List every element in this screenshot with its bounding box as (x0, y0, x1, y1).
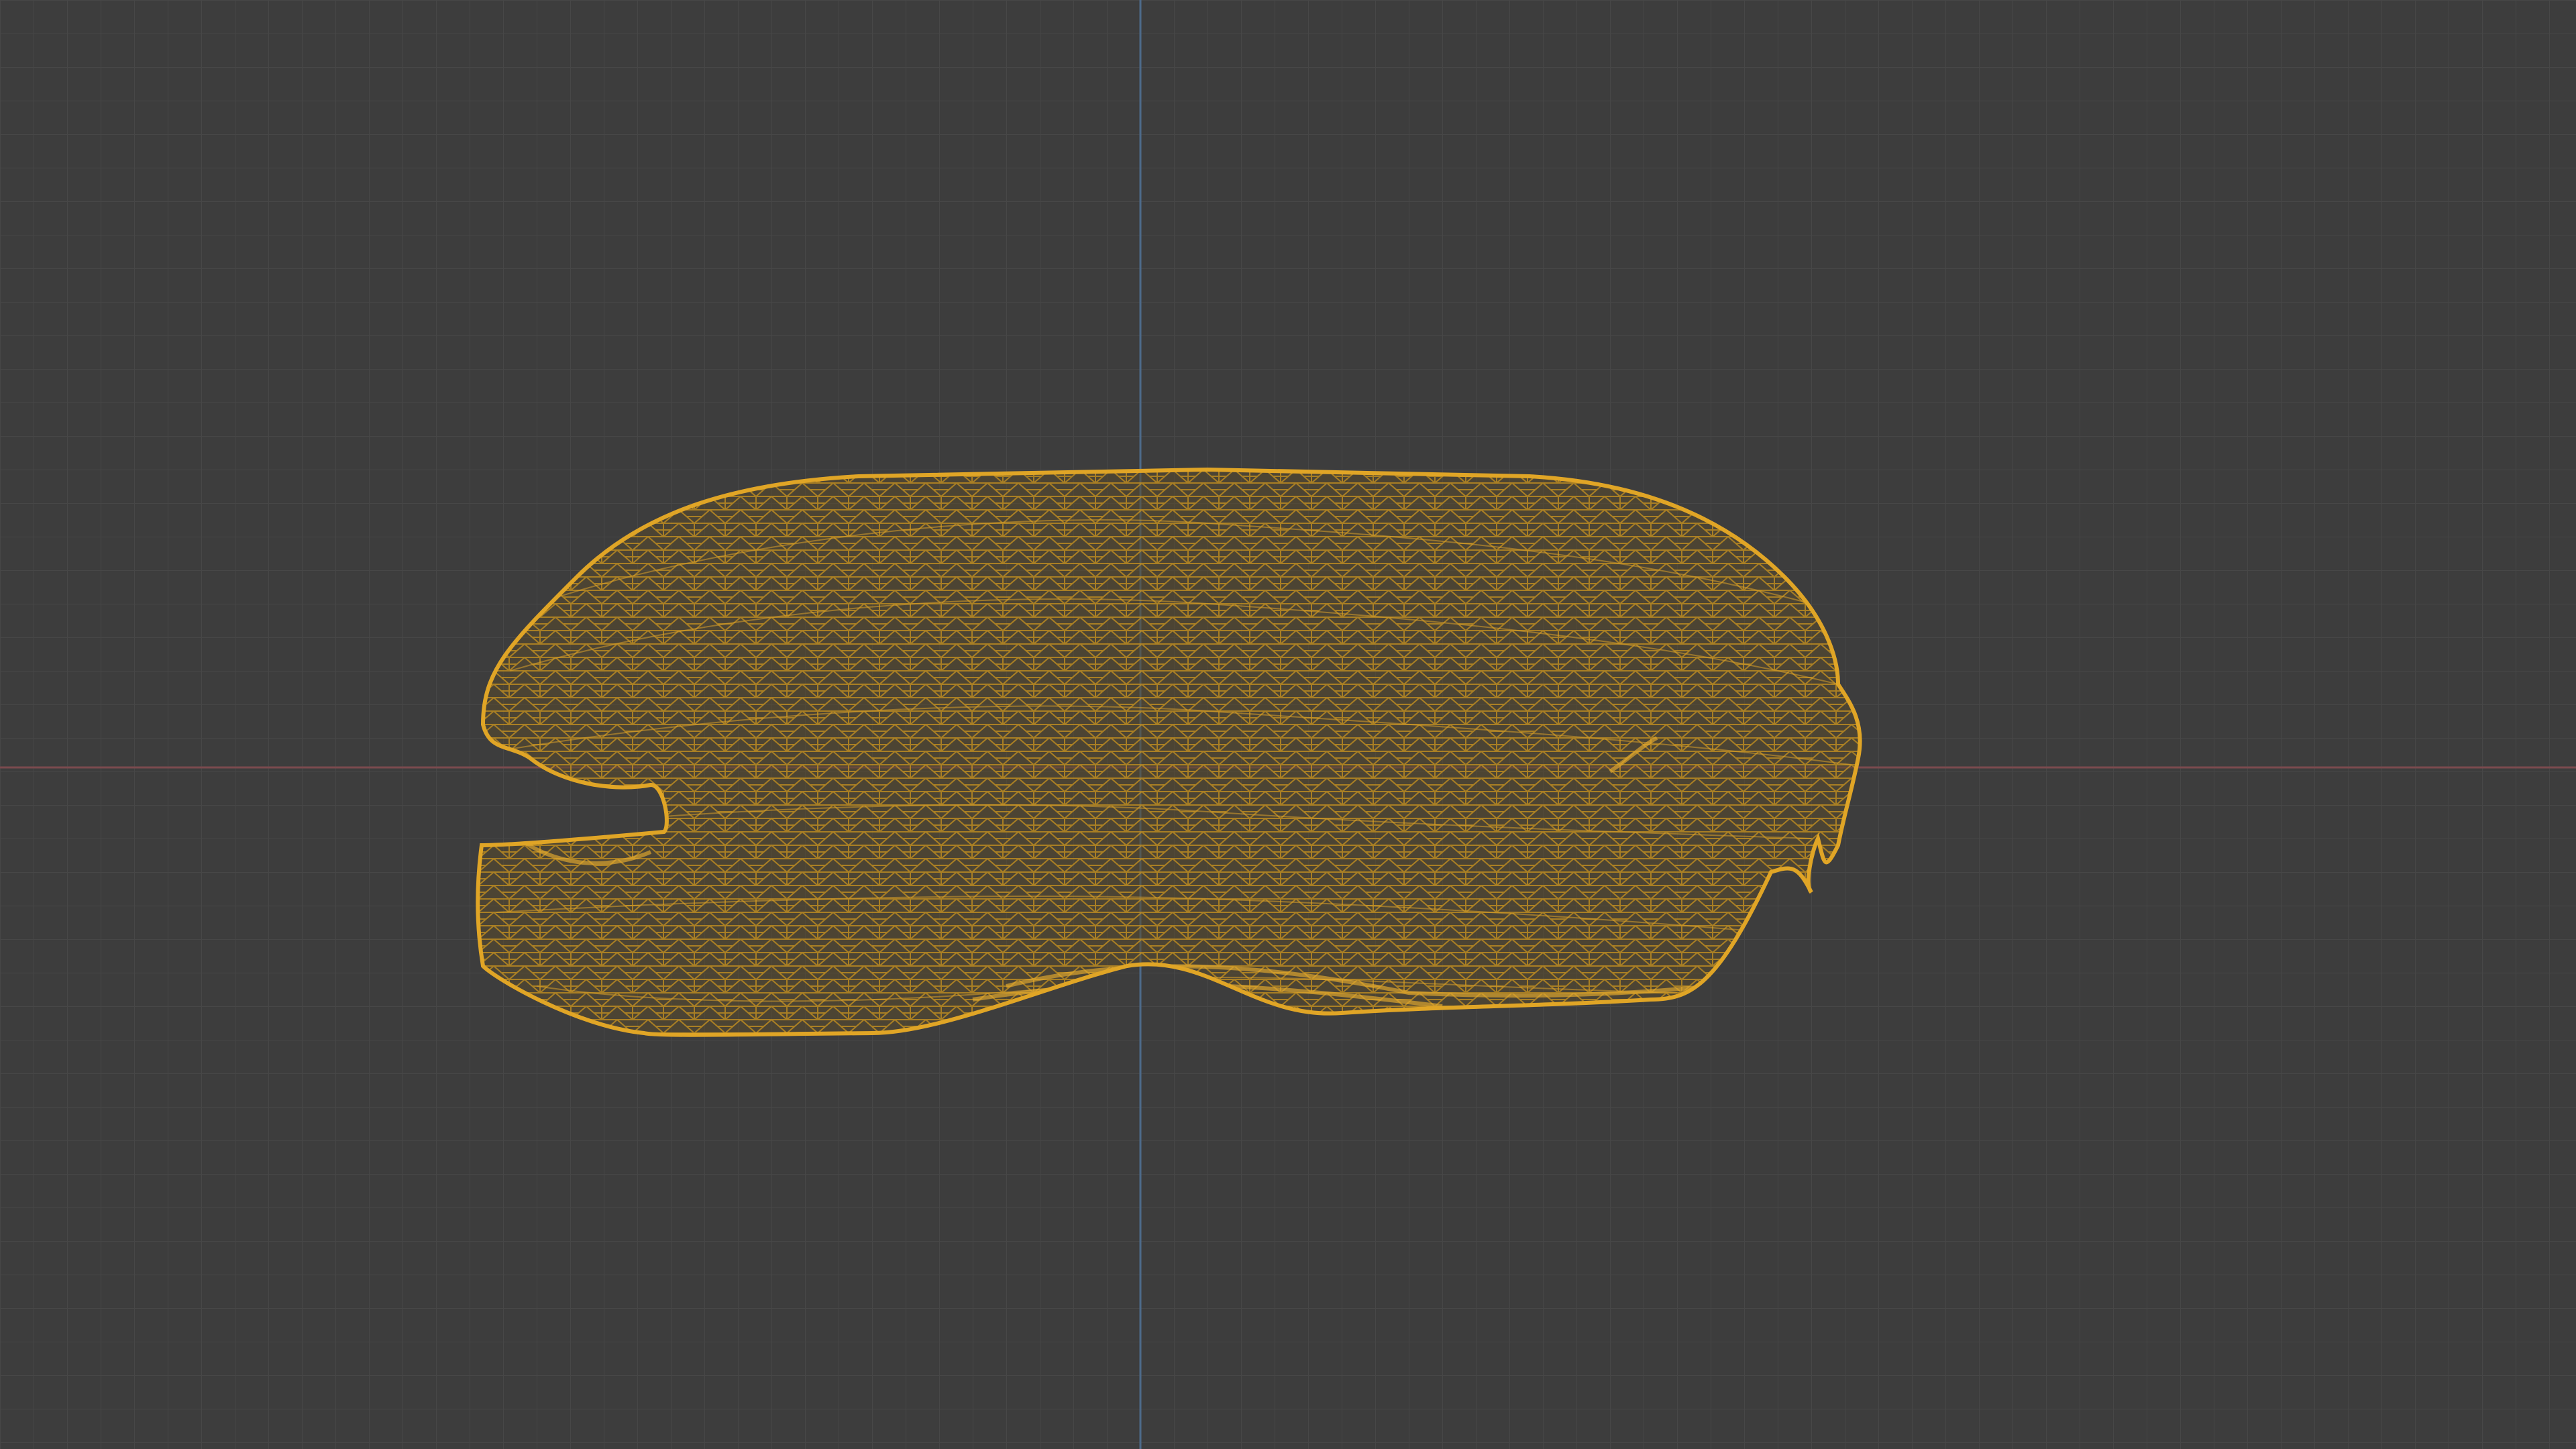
viewport-canvas[interactable] (0, 0, 2576, 1449)
selected-mesh-wireframe[interactable] (470, 463, 1878, 1046)
3d-viewport[interactable] (0, 0, 2576, 1449)
